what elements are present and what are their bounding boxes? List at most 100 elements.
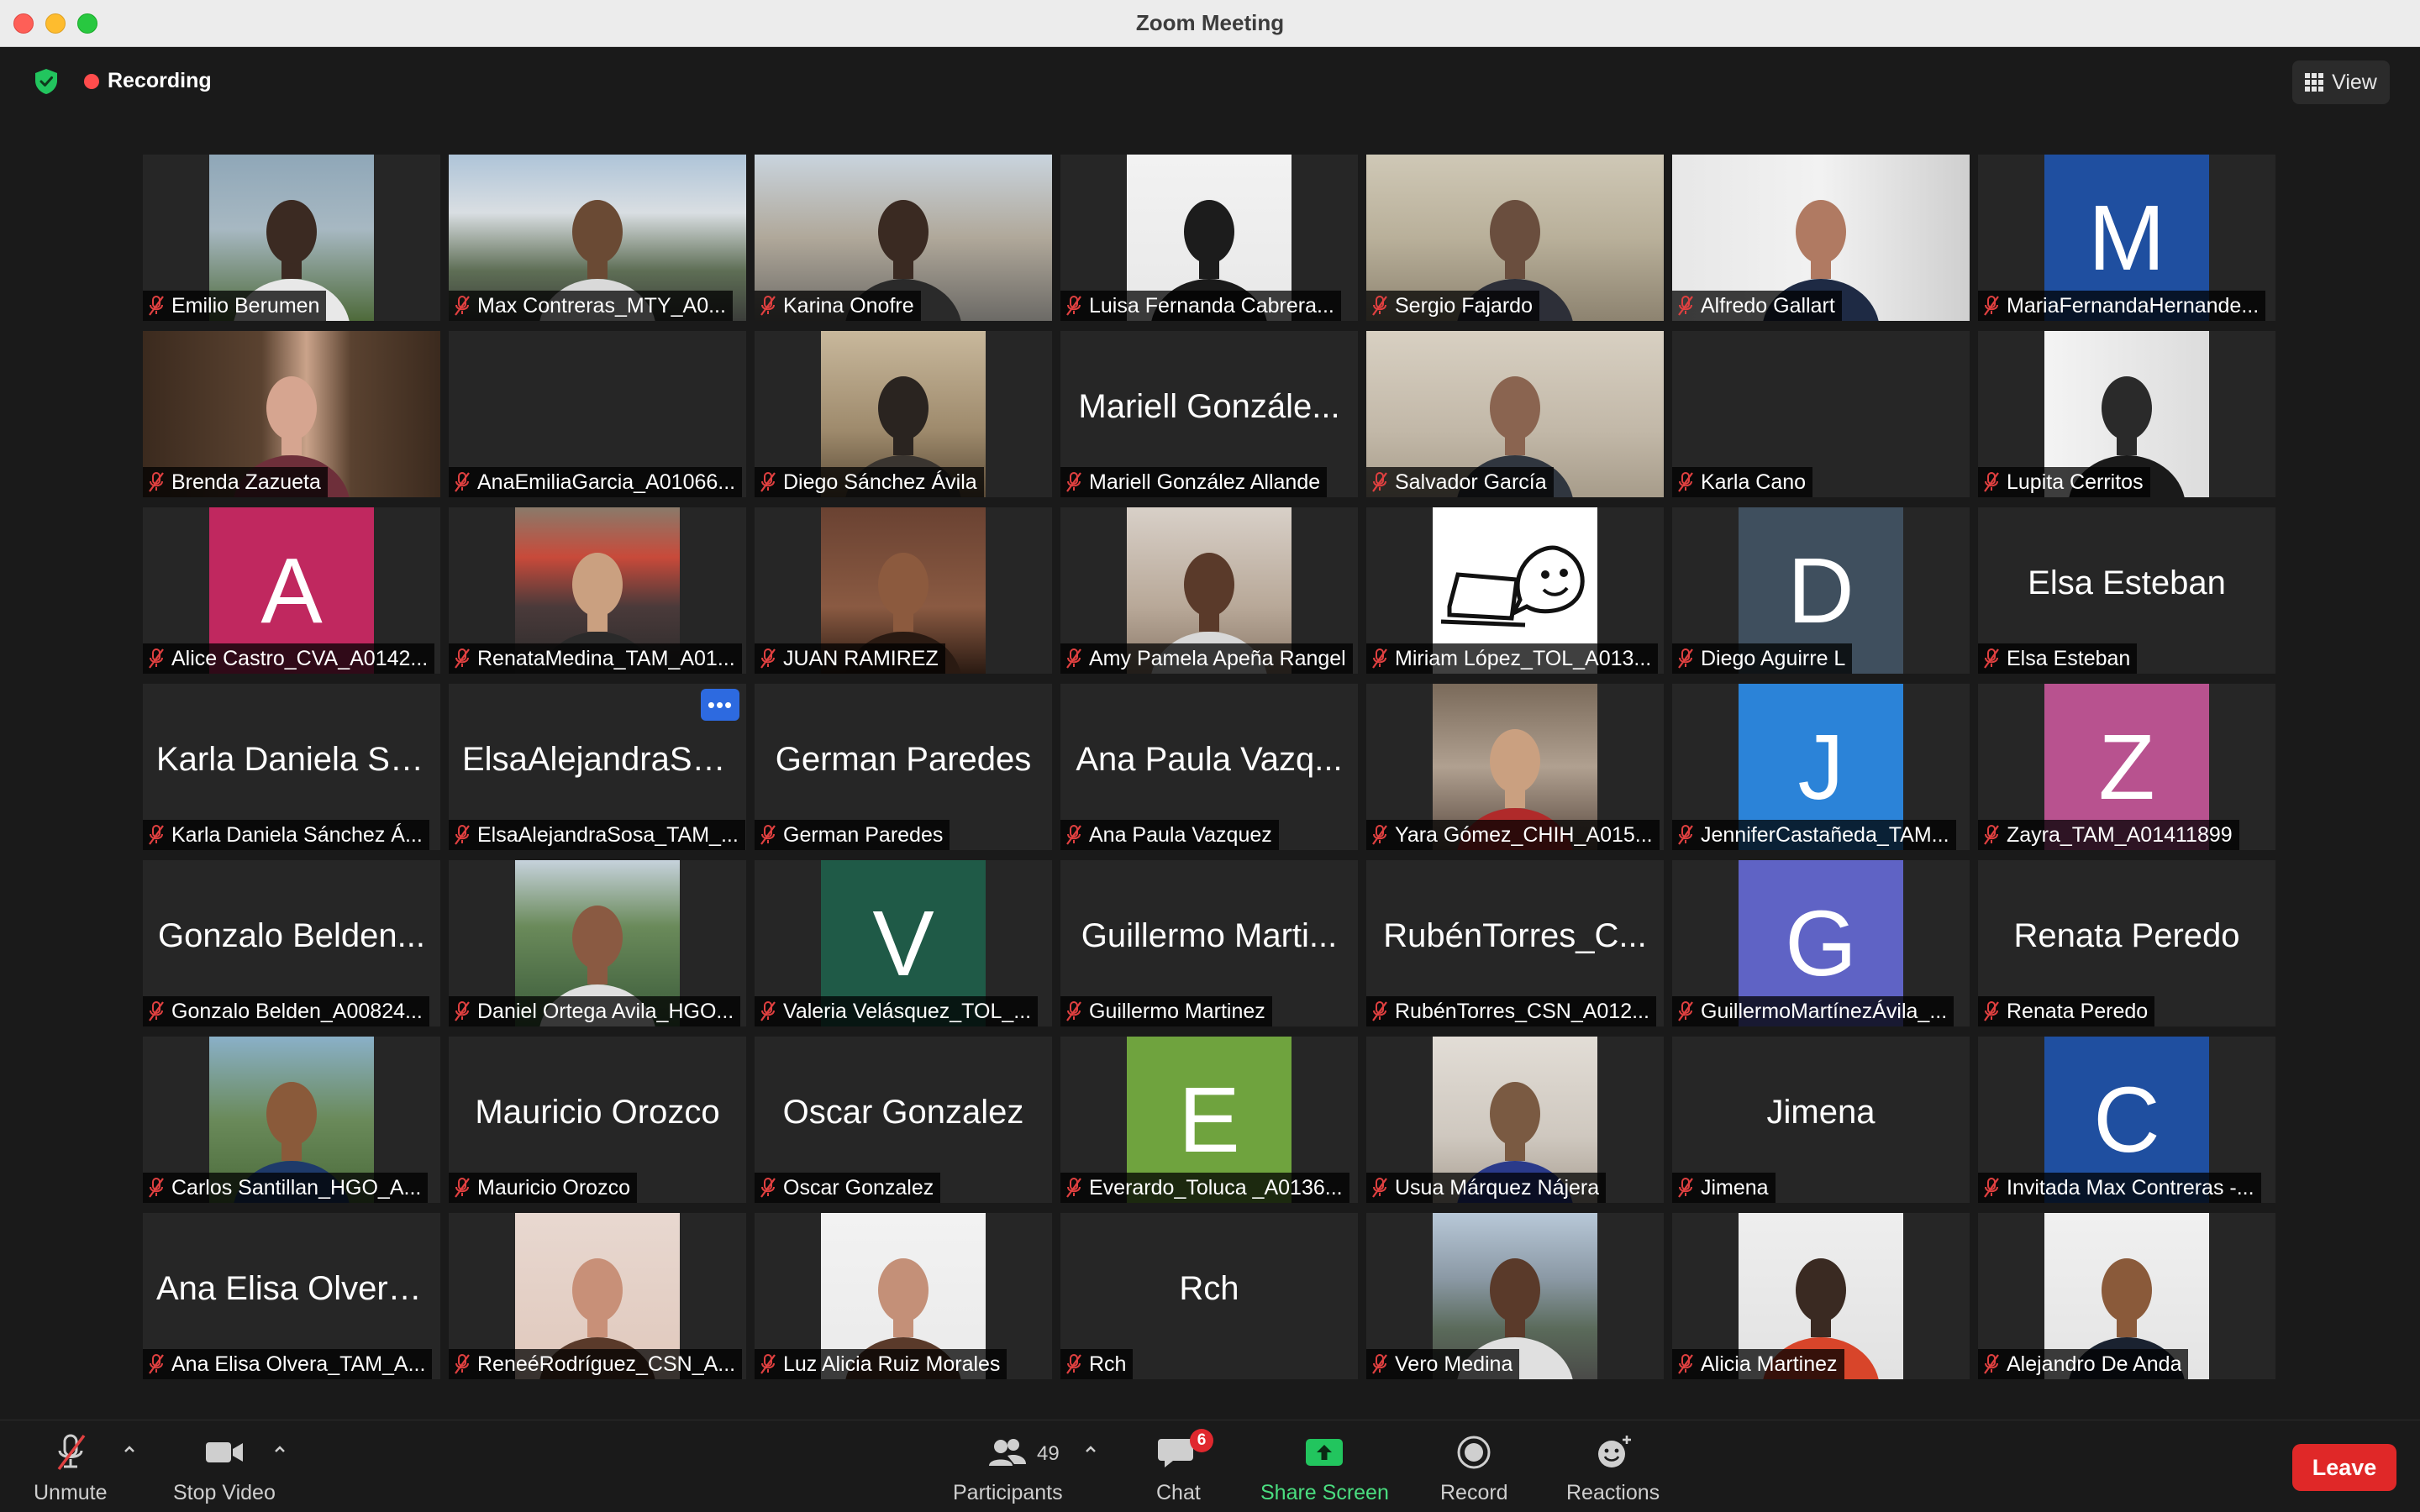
participant-display-name: Rch [1179,1270,1239,1307]
chat-button[interactable]: 6 Chat [1156,1429,1213,1505]
participant-tile[interactable]: M MariaFernandaHernande... [1978,155,2275,321]
participant-tile[interactable]: Guillermo Marti... Guillermo Martinez [1060,860,1358,1026]
participant-tile[interactable]: Karina Onofre [755,155,1052,321]
participant-tile[interactable]: Mariell Gonzále... Mariell González Allan… [1060,331,1358,497]
unmute-button[interactable]: Unmute [34,1432,108,1505]
participant-tile[interactable]: G GuillermoMartínezÁvila_... [1672,860,1970,1026]
avatar-letter: V [872,891,934,995]
participant-tile[interactable]: Usua Márquez Nájera [1366,1037,1664,1203]
participant-tile[interactable]: Diego Sánchez Ávila [755,331,1052,497]
participant-tile[interactable]: Brenda Zazueta [143,331,440,497]
participant-display-name: Ana Paula Vazq... [1076,741,1343,778]
participant-tile[interactable]: Renata Peredo Renata Peredo [1978,860,2275,1026]
recording-indicator[interactable]: Recording [84,69,212,93]
participant-tile[interactable]: D Diego Aguirre L [1672,507,1970,674]
participant-display-name: ElsaAlejandraSo... [462,741,739,778]
participant-name-bar: Diego Aguirre L [1672,643,1853,674]
participant-name: Alice Castro_CVA_A0142... [171,646,429,670]
participant-name-bar: RenataMedina_TAM_A01... [449,643,742,674]
participant-tile[interactable]: C Invitada Max Contreras -... [1978,1037,2275,1203]
muted-mic-icon [760,648,776,669]
participant-tile[interactable]: Elsa Esteban Elsa Esteban [1978,507,2275,674]
audio-options-chevron-icon[interactable] [123,1442,136,1456]
participant-tile[interactable]: Z Zayra_TAM_A01411899 [1978,684,2275,850]
more-options-button[interactable]: ••• [701,689,739,721]
participant-tile[interactable]: Mauricio Orozco Mauricio Orozco [449,1037,746,1203]
muted-mic-icon [1066,648,1081,669]
participant-name-bar: Yara Gómez_CHIH_A015... [1366,820,1660,850]
participant-tile[interactable]: Gonzalo Belden... Gonzalo Belden_A00824..… [143,860,440,1026]
participant-name-bar: Max Contreras_MTY_A0... [449,291,733,321]
participant-name-bar: Diego Sánchez Ávila [755,467,984,497]
muted-mic-icon [1984,1178,1999,1198]
participant-tile[interactable]: Karla Cano [1672,331,1970,497]
record-button[interactable]: Record [1440,1432,1508,1505]
participant-name: Usua Márquez Nájera [1395,1175,1600,1200]
participant-tile[interactable]: Yara Gómez_CHIH_A015... [1366,684,1664,850]
participants-button[interactable]: Participants 49 [953,1432,1063,1505]
participant-tile[interactable]: Ana Elisa Olvera... Ana Elisa Olvera_TAM_… [143,1213,440,1379]
muted-mic-icon [149,1354,164,1374]
participant-name: ElsaAlejandraSosa_TAM_... [477,822,739,847]
share-screen-button[interactable]: Share Screen [1260,1432,1389,1505]
participant-tile[interactable]: JUAN RAMIREZ [755,507,1052,674]
participant-name-bar: AnaEmiliaGarcia_A01066... [449,467,743,497]
participant-tile[interactable]: Max Contreras_MTY_A0... [449,155,746,321]
reactions-smiley-icon [1597,1436,1631,1467]
participant-tile[interactable]: Salvador García [1366,331,1664,497]
participant-tile[interactable]: Luisa Fernanda Cabrera... [1060,155,1358,321]
participant-tile[interactable]: Sergio Fajardo [1366,155,1664,321]
participant-tile[interactable]: ReneéRodríguez_CSN_A... [449,1213,746,1379]
muted-mic-icon [149,472,164,492]
muted-mic-icon [1066,825,1081,845]
participant-display-name: Ana Elisa Olvera... [156,1270,435,1307]
participant-tile[interactable]: A Alice Castro_CVA_A0142... [143,507,440,674]
participant-name-bar: Emilio Berumen [143,291,327,321]
participant-display-name: Renata Peredo [2013,917,2240,954]
leave-button[interactable]: Leave [2292,1444,2396,1491]
participant-tile[interactable]: V Valeria Velásquez_TOL_... [755,860,1052,1026]
participant-tile[interactable]: J JenniferCastañeda_TAM... [1672,684,1970,850]
participant-name: Salvador García [1395,470,1547,494]
stop-video-button[interactable]: Stop Video [173,1432,276,1505]
video-options-chevron-icon[interactable] [273,1442,287,1456]
participant-name-bar: Usua Márquez Nájera [1366,1173,1607,1203]
participant-tile[interactable]: RenataMedina_TAM_A01... [449,507,746,674]
view-button[interactable]: View [2292,60,2390,104]
participant-tile[interactable]: Emilio Berumen [143,155,440,321]
participant-tile[interactable]: Vero Medina [1366,1213,1664,1379]
participant-tile[interactable]: German Paredes German Paredes [755,684,1052,850]
reactions-button[interactable]: Reactions [1566,1432,1660,1505]
muted-mic-icon [455,1001,470,1021]
participant-name-bar: Karla Cano [1672,467,1813,497]
participant-tile[interactable]: AnaEmiliaGarcia_A01066... [449,331,746,497]
participant-name-bar: Lupita Cerritos [1978,467,2150,497]
encryption-shield-icon[interactable] [32,67,60,96]
participant-tile[interactable]: Rch Rch [1060,1213,1358,1379]
participant-name-bar: MariaFernandaHernande... [1978,291,2266,321]
participant-display-name: Gonzalo Belden... [158,917,425,954]
participant-name: Alejandro De Anda [2007,1352,2182,1376]
participant-tile[interactable]: RubénTorres_C... RubénTorres_CSN_A012... [1366,860,1664,1026]
participant-tile[interactable]: Alejandro De Anda [1978,1213,2275,1379]
participant-tile[interactable]: Alfredo Gallart [1672,155,1970,321]
participant-tile[interactable]: Carlos Santillan_HGO_A... [143,1037,440,1203]
participant-tile[interactable]: ElsaAlejandraSo... ••• ElsaAlejandraSosa_T… [449,684,746,850]
participants-options-chevron-icon[interactable] [1084,1442,1097,1456]
avatar-letter: Z [2098,715,2155,819]
participant-tile[interactable]: Luz Alicia Ruiz Morales [755,1213,1052,1379]
muted-mic-icon [455,825,470,845]
participant-tile[interactable]: Alicia Martinez [1672,1213,1970,1379]
participant-tile[interactable]: Karla Daniela Sá... Karla Daniela Sánchez… [143,684,440,850]
participant-tile[interactable]: Ana Paula Vazq... Ana Paula Vazquez [1060,684,1358,850]
participant-tile[interactable]: E Everardo_Toluca _A0136... [1060,1037,1358,1203]
participant-tile[interactable]: Oscar Gonzalez Oscar Gonzalez [755,1037,1052,1203]
muted-mic-icon [1984,1354,1999,1374]
grid-view-icon [2305,73,2324,92]
participant-tile[interactable]: Jimena Jimena [1672,1037,1970,1203]
participant-tile[interactable]: Daniel Ortega Avila_HGO... [449,860,746,1026]
muted-mic-icon [1372,1001,1387,1021]
participant-tile[interactable]: Miriam López_TOL_A013... [1366,507,1664,674]
participant-tile[interactable]: Lupita Cerritos [1978,331,2275,497]
participant-tile[interactable]: Amy Pamela Apeña Rangel [1060,507,1358,674]
